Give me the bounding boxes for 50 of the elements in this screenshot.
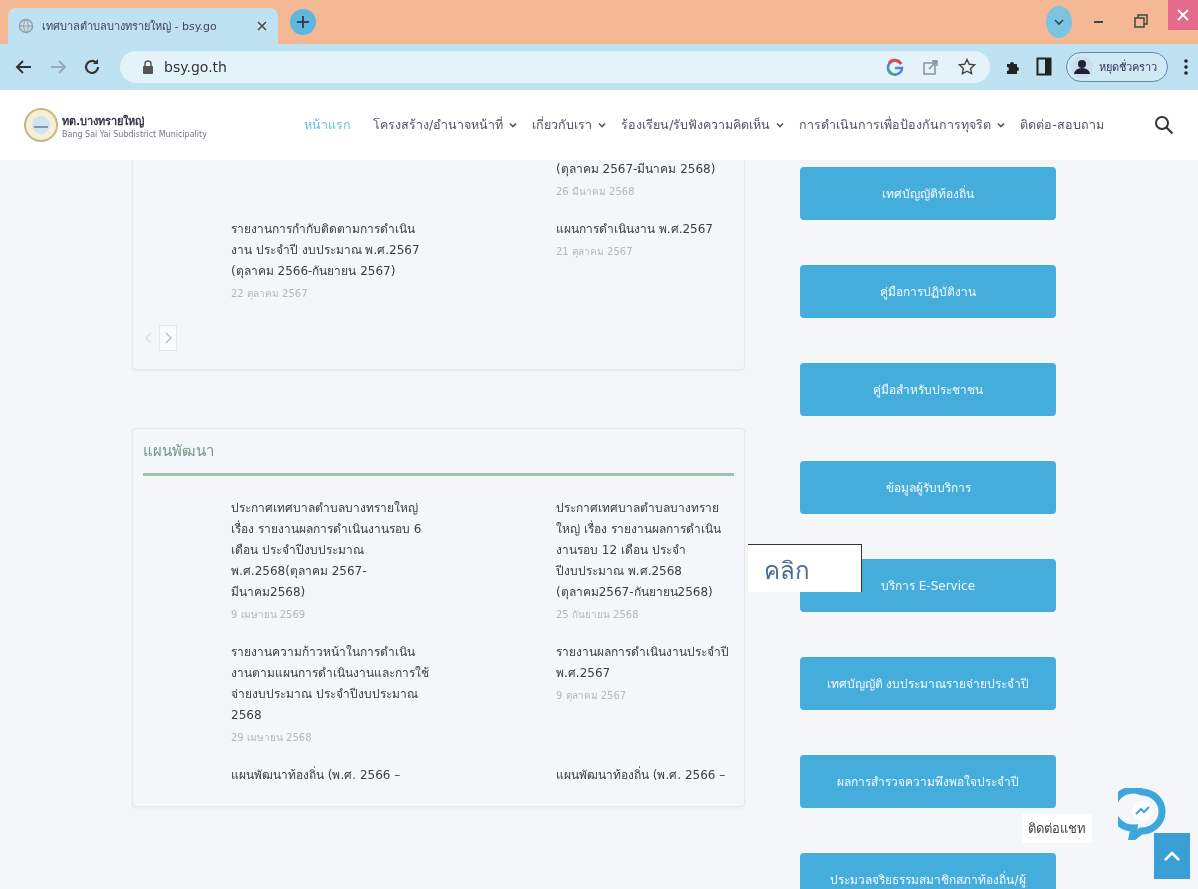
article-date: 9 ตุลาคม 2567 <box>556 689 628 703</box>
article-date: 22 ตุลาคม 2567 <box>231 287 309 301</box>
article-link[interactable]: รายงานการกำกับติดตามการดำเนินงาน ประจำปี งบประมาณ พ.ศ.2567 (ตุลาคม 2566-กันยายน 2567) <box>231 219 431 282</box>
nav-link[interactable]: เกี่ยวกับเรา <box>532 115 608 135</box>
share-icon[interactable] <box>922 58 940 76</box>
article-link[interactable]: แผนพัฒนาท้องถิ่น (พ.ศ. 2566 – <box>231 765 431 786</box>
lock-icon <box>142 60 154 74</box>
article-link[interactable]: แผนพัฒนาท้องถิ่น (พ.ศ. 2566 – <box>556 765 734 786</box>
article-link[interactable]: ประกาศเทศบาลตำบลบางทรายใหญ่ เรื่อง รายงานผลการดำเนินงานรอบ 12 เดือน ประจำปีงบประมาณ พ.ศ.2568 (ตุลาคม2567-กันยายน2568) <box>556 498 734 603</box>
nav-link[interactable]: การดำเนินการเพื่อป้องกันการทุจริต <box>799 115 1007 135</box>
nav-link[interactable]: ร้องเรียน/รับฟังความคิดเห็น <box>621 115 786 135</box>
tab-search-icon[interactable] <box>1046 6 1072 38</box>
article-link[interactable]: แผนการดำเนินงาน พ.ศ.2567 <box>556 219 734 240</box>
article-link[interactable]: (ตุลาคม 2567-มีนาคม 2568) <box>556 160 734 180</box>
scroll-top-icon[interactable] <box>1154 833 1190 879</box>
article-link[interactable]: รายงานความก้าวหน้าในการดำเนินงานตามแผนการดำเนินงานและการใช้จ่ายงบประมาณ ประจำปีงบประมาณ 2568 <box>231 642 431 726</box>
reload-icon[interactable] <box>82 57 102 77</box>
article-date: 29 เมษายน 2568 <box>231 731 313 745</box>
kebab-menu-icon[interactable] <box>1182 57 1190 77</box>
new-tab-icon[interactable] <box>290 9 316 35</box>
emblem-icon <box>24 108 58 142</box>
nav-link[interactable]: ติดต่อ-สอบถาม <box>1020 115 1104 135</box>
click-tooltip: คลิก <box>748 544 862 592</box>
chevron-down-icon <box>775 120 786 130</box>
search-icon[interactable] <box>1154 115 1174 135</box>
chevron-down-icon <box>508 120 519 130</box>
address-field[interactable]: bsy.go.th <box>120 51 990 83</box>
browser-tab[interactable]: เทศบาลตำบลบางทรายใหญ่ - bsy.go <box>8 8 278 44</box>
multicolor-g-icon[interactable] <box>886 58 904 76</box>
section-heading: แผนพัฒนา <box>143 441 215 462</box>
site-title: ทต.บางทรายใหญ่ <box>62 113 146 130</box>
article-link[interactable]: รายงานผลการดำเนินงานประจำปี พ.ศ.2567 <box>556 642 734 684</box>
close-icon[interactable] <box>1168 0 1198 30</box>
article-date: 25 กันยายน 2568 <box>556 608 640 622</box>
close-icon[interactable] <box>256 20 268 32</box>
article-link[interactable]: ประกาศเทศบาลตำบลบางทรายใหญ่ เรื่อง รายงานผลการดำเนินงานรอบ 6 เดือน ประจำปีงบประมาณ พ.ศ.2568(ตุลาคม 2567-มีนาคม2568) <box>231 498 431 603</box>
chevron-down-icon <box>996 120 1007 130</box>
site-subtitle: Bang Sai Yai Subdistrict Municipality <box>62 129 207 139</box>
article-date: 21 ตุลาคม 2567 <box>556 245 634 259</box>
article-date: 26 มีนาคม 2568 <box>556 185 636 199</box>
profile-button[interactable]: หยุดชั่วคราว <box>1066 52 1168 82</box>
globe-icon <box>18 18 34 34</box>
person-avatar-icon <box>1071 56 1093 78</box>
chevron-down-icon <box>597 120 608 130</box>
chat-bubble-icon[interactable] <box>1118 788 1166 840</box>
chat-label[interactable]: ติดต่อแชท <box>1022 814 1092 843</box>
nav-link[interactable]: โครงสร้าง/อำนาจหน้าที่ <box>373 115 519 135</box>
side-panel-icon[interactable] <box>1036 57 1052 77</box>
star-icon[interactable] <box>958 58 976 76</box>
article-date: 9 เมษายน 2569 <box>231 608 307 622</box>
